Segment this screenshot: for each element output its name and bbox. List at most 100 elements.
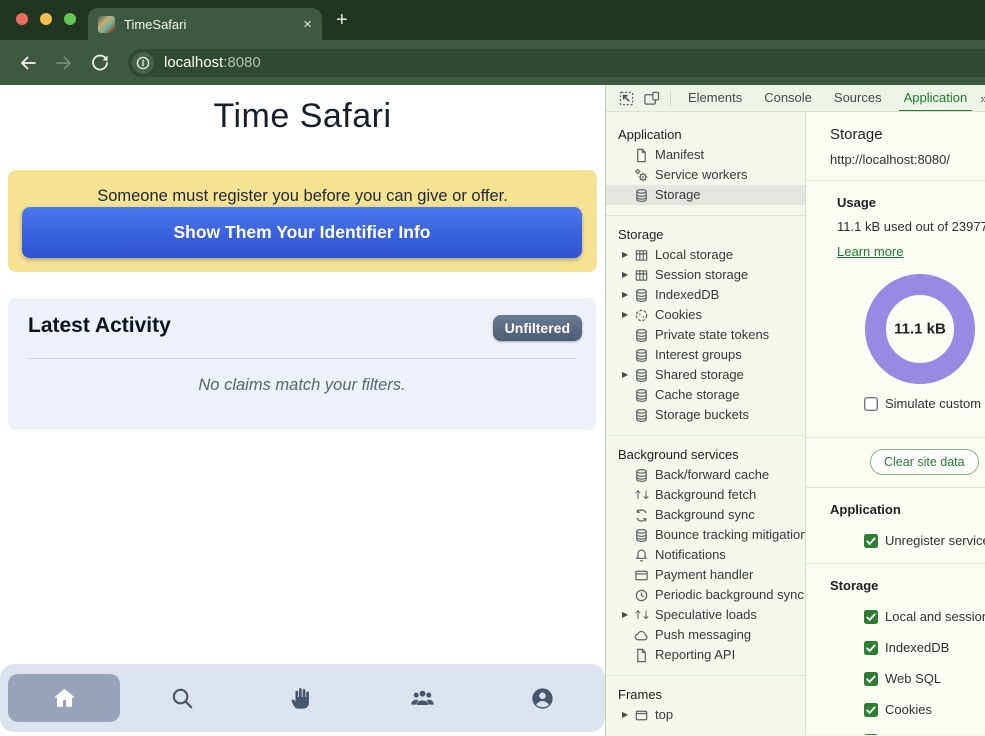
- nav-profile-button[interactable]: [518, 674, 566, 722]
- tree-item-storage-buckets[interactable]: Storage buckets: [606, 405, 805, 425]
- file-icon: [633, 647, 649, 663]
- minimize-window-button[interactable]: [40, 13, 52, 25]
- inspect-element-icon[interactable]: [618, 90, 635, 107]
- close-window-button[interactable]: [16, 13, 28, 25]
- bell-icon: [633, 547, 649, 563]
- tree-section-frames: Frames▶top: [606, 675, 805, 735]
- learn-more-link[interactable]: Learn more: [837, 244, 903, 259]
- bottom-navigation: [0, 664, 605, 732]
- tree-item-notifications[interactable]: Notifications: [606, 545, 805, 565]
- tree-item-periodic-background-sync[interactable]: Periodic background sync: [606, 585, 805, 605]
- tree-item-local-storage[interactable]: ▶Local storage: [606, 245, 805, 265]
- option-row-cache-storage: Cache storage: [864, 733, 985, 735]
- browser-toolbar: localhost:8080 ★: [0, 40, 985, 85]
- devtools-tab-sources[interactable]: Sources: [823, 85, 893, 112]
- registration-alert: Someone must register you before you can…: [8, 170, 597, 272]
- clear-site-data-row: Clear site data including third-party co…: [870, 449, 985, 475]
- simulate-storage-row: Simulate custom storage: [864, 396, 985, 411]
- clock-icon: [633, 587, 649, 603]
- back-icon[interactable]: [17, 52, 39, 74]
- tree-item-reporting-api[interactable]: Reporting API: [606, 645, 805, 665]
- tree-item-label: Service workers: [655, 165, 747, 185]
- tree-item-service-workers[interactable]: Service workers: [606, 165, 805, 185]
- tree-item-label: Cookies: [655, 305, 702, 325]
- tree-item-background-fetch[interactable]: ↑↓Background fetch: [606, 485, 805, 505]
- tree-item-session-storage[interactable]: ▶Session storage: [606, 265, 805, 285]
- check-list: Unregister service workers: [830, 533, 985, 548]
- tree-item-label: Background fetch: [655, 485, 756, 505]
- devtools-tab-console[interactable]: Console: [753, 85, 823, 112]
- tab-title: TimeSafari: [124, 17, 186, 32]
- nav-home-button[interactable]: [8, 674, 120, 722]
- tree-item-label: Push messaging: [655, 625, 751, 645]
- tree-item-storage[interactable]: Storage: [606, 185, 805, 205]
- tree-item-indexeddb[interactable]: ▶IndexedDB: [606, 285, 805, 305]
- address-bar[interactable]: localhost:8080: [128, 49, 985, 77]
- tree-item-cache-storage[interactable]: Cache storage: [606, 385, 805, 405]
- tree-item-label: Interest groups: [655, 345, 742, 365]
- checkbox-indexeddb[interactable]: [864, 641, 878, 655]
- nav-search-button[interactable]: [158, 674, 206, 722]
- tree-item-bounce-tracking-mitigations[interactable]: Bounce tracking mitigations: [606, 525, 805, 545]
- option-label: Cache storage: [885, 733, 970, 735]
- tree-item-back-forward-cache[interactable]: Back/forward cache: [606, 465, 805, 485]
- file-icon: [633, 147, 649, 163]
- devtools-tab-application[interactable]: Application: [893, 85, 979, 112]
- expand-arrow-icon[interactable]: ▶: [622, 605, 633, 625]
- new-tab-icon[interactable]: +: [336, 9, 348, 32]
- tree-item-background-sync[interactable]: Background sync: [606, 505, 805, 525]
- option-row-web-sql: Web SQL: [864, 671, 985, 686]
- simulate-storage-label: Simulate custom storage: [885, 396, 985, 411]
- tree-item-label: Cache storage: [655, 385, 740, 405]
- tree-item-label: Storage buckets: [655, 405, 749, 425]
- tree-item-push-messaging[interactable]: Push messaging: [606, 625, 805, 645]
- browser-tab[interactable]: TimeSafari ×: [88, 8, 322, 40]
- alert-message: Someone must register you before you can…: [8, 187, 597, 206]
- expand-arrow-icon[interactable]: ▶: [622, 305, 633, 325]
- more-tabs-icon[interactable]: »: [980, 91, 985, 106]
- checkbox-simulate-custom-storage[interactable]: [864, 397, 878, 411]
- close-tab-icon[interactable]: ×: [303, 17, 312, 32]
- tree-item-label: Shared storage: [655, 365, 744, 385]
- expand-arrow-icon[interactable]: ▶: [622, 285, 633, 305]
- expand-arrow-icon[interactable]: ▶: [622, 705, 633, 725]
- expand-arrow-icon[interactable]: ▶: [622, 265, 633, 285]
- checkbox-cookies[interactable]: [864, 703, 878, 717]
- url-host: localhost: [164, 54, 223, 71]
- tree-item-payment-handler[interactable]: Payment handler: [606, 565, 805, 585]
- checkbox-web-sql[interactable]: [864, 672, 878, 686]
- tree-item-speculative-loads[interactable]: ▶↑↓Speculative loads: [606, 605, 805, 625]
- maximize-window-button[interactable]: [64, 13, 76, 25]
- tree-item-top[interactable]: ▶ top: [606, 705, 805, 725]
- tree-item-shared-storage[interactable]: ▶ Shared storage: [606, 365, 805, 385]
- tree-item-label: top: [655, 705, 673, 725]
- option-row-local-and-session-storage: Local and session storage: [864, 609, 985, 624]
- nav-projects-button[interactable]: [278, 674, 326, 722]
- device-toolbar-icon[interactable]: [643, 90, 660, 107]
- database-icon: [633, 407, 649, 423]
- tree-item-private-state-tokens[interactable]: Private state tokens: [606, 325, 805, 345]
- tree-item-cookies[interactable]: ▶ Cookies: [606, 305, 805, 325]
- expand-arrow-icon[interactable]: ▶: [622, 365, 633, 385]
- checkbox-local-and-session-storage[interactable]: [864, 610, 878, 624]
- tree-item-interest-groups[interactable]: Interest groups: [606, 345, 805, 365]
- usage-donut-chart: 11.1 kB: [865, 274, 975, 384]
- site-info-icon[interactable]: [132, 52, 154, 74]
- clear-site-data-button[interactable]: Clear site data: [870, 449, 979, 475]
- clear-section-heading-application: Application: [830, 502, 985, 517]
- tree-section-application: ApplicationManifestService workersStorag…: [606, 116, 805, 215]
- checkbox-cache-storage[interactable]: [864, 734, 878, 736]
- home-icon: [51, 685, 78, 712]
- devtools-tab-elements[interactable]: Elements: [677, 85, 753, 112]
- forward-icon[interactable]: [53, 52, 75, 74]
- nav-contacts-button[interactable]: [398, 674, 446, 722]
- tree-item-manifest[interactable]: Manifest: [606, 145, 805, 165]
- database-icon: [633, 367, 649, 383]
- unfiltered-badge[interactable]: Unfiltered: [493, 315, 582, 341]
- option-label: Local and session storage: [885, 609, 985, 624]
- checkbox-unregister-service-workers[interactable]: [864, 534, 878, 548]
- reload-icon[interactable]: [89, 52, 111, 74]
- tree-item-label: Notifications: [655, 545, 726, 565]
- show-identifier-info-button[interactable]: Show Them Your Identifier Info: [22, 207, 582, 258]
- expand-arrow-icon[interactable]: ▶: [622, 245, 633, 265]
